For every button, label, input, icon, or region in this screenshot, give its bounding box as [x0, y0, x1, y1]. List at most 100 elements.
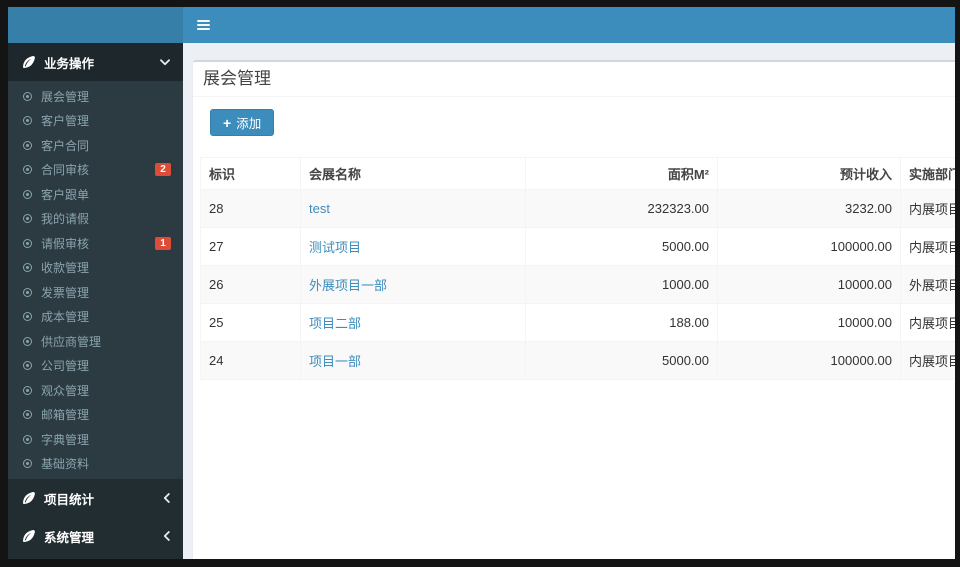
sidebar-item-label: 供应商管理: [41, 334, 102, 349]
sidebar-item-label: 收款管理: [41, 261, 90, 276]
disc-icon: [23, 189, 32, 199]
sidebar-item-customer-contract[interactable]: 客户合同: [8, 133, 183, 158]
cell-dept: 内展项目: [900, 341, 955, 380]
table-row: 24 项目一部 5000.00 100000.00 内展项目: [200, 341, 955, 380]
main-content: 展会管理 + 添加 标识 会展名称 面积M² 预计收入 实施部 28 test …: [183, 43, 955, 559]
disc-icon: [23, 410, 32, 420]
sidebar-item-mailbox-mgmt[interactable]: 邮箱管理: [8, 403, 183, 428]
table-row: 28 test 232323.00 3232.00 内展项目: [200, 189, 955, 228]
column-header-income: 预计收入: [717, 157, 901, 190]
cell-area: 5000.00: [525, 341, 718, 380]
app-window: 业务操作 展会管理 客户管理 客户合同 合同审核 2 客户跟单 我的请假 请假审…: [8, 7, 955, 559]
sidebar-item-label: 观众管理: [41, 383, 90, 398]
sidebar-item-exhibition-mgmt[interactable]: 展会管理: [8, 84, 183, 109]
sidebar-toggle-button[interactable]: [187, 12, 220, 38]
disc-icon: [23, 116, 32, 126]
sidebar-item-label: 我的请假: [41, 212, 90, 227]
disc-icon: [23, 263, 32, 273]
table-row: 25 项目二部 188.00 10000.00 内展项目: [200, 303, 955, 342]
disc-icon: [23, 312, 32, 322]
sidebar-item-label: 成本管理: [41, 310, 90, 325]
cell-area: 188.00: [525, 303, 718, 342]
page-title: 展会管理: [203, 69, 271, 88]
table-header-row: 标识 会展名称 面积M² 预计收入 实施部门: [200, 157, 955, 190]
sidebar-item-label: 发票管理: [41, 285, 90, 300]
navbar-logo[interactable]: [8, 7, 183, 43]
sidebar-item-cost-mgmt[interactable]: 成本管理: [8, 305, 183, 330]
exhibitions-table: 标识 会展名称 面积M² 预计收入 实施部门 28 test 232323.00: [200, 157, 955, 380]
hamburger-icon: [197, 18, 210, 32]
leaf-icon: [21, 491, 35, 505]
exhibition-link[interactable]: 项目一部: [309, 354, 361, 369]
cell-dept: 外展项目: [900, 265, 955, 304]
sidebar-item-supplier-mgmt[interactable]: 供应商管理: [8, 329, 183, 354]
sidebar-item-label: 客户跟单: [41, 187, 90, 202]
sidebar-item-audience-mgmt[interactable]: 观众管理: [8, 378, 183, 403]
disc-icon: [23, 140, 32, 150]
leaf-icon: [21, 529, 35, 543]
exhibition-link[interactable]: 测试项目: [309, 240, 361, 255]
cell-area: 1000.00: [525, 265, 718, 304]
sidebar-item-label: 邮箱管理: [41, 408, 90, 423]
disc-icon: [23, 214, 32, 224]
sidebar-item-label: 公司管理: [41, 359, 90, 374]
sidebar-item-payment-mgmt[interactable]: 收款管理: [8, 256, 183, 281]
sidebar-item-label: 客户合同: [41, 138, 90, 153]
sidebar-section-system-mgmt[interactable]: 系统管理: [8, 517, 183, 555]
cell-id: 26: [200, 265, 301, 304]
top-navbar: [8, 7, 955, 43]
leaf-icon: [21, 55, 35, 69]
sidebar-section-label: 系统管理: [44, 530, 95, 545]
sidebar-item-leave-review[interactable]: 请假审核 1: [8, 231, 183, 256]
sidebar: 业务操作 展会管理 客户管理 客户合同 合同审核 2 客户跟单 我的请假 请假审…: [8, 43, 183, 559]
cell-id: 24: [200, 341, 301, 380]
table-row: 27 测试项目 5000.00 100000.00 内展项目: [200, 227, 955, 266]
notification-badge: 1: [155, 236, 171, 250]
sidebar-item-my-leave[interactable]: 我的请假: [8, 207, 183, 232]
sidebar-item-contract-review[interactable]: 合同审核 2: [8, 158, 183, 183]
add-button-label: 添加: [236, 117, 262, 131]
cell-income: 100000.00: [717, 341, 901, 380]
sidebar-item-dictionary-mgmt[interactable]: 字典管理: [8, 427, 183, 452]
cell-dept: 内展项目: [900, 227, 955, 266]
disc-icon: [23, 336, 32, 346]
sidebar-item-basic-data[interactable]: 基础资料: [8, 452, 183, 477]
chevron-left-icon: [163, 531, 170, 541]
exhibition-link[interactable]: 外展项目一部: [309, 278, 387, 293]
content-box: 展会管理 + 添加 标识 会展名称 面积M² 预计收入 实施部 28 test …: [193, 60, 955, 559]
sidebar-item-label: 请假审核: [41, 236, 90, 251]
plus-icon: +: [223, 114, 232, 131]
column-header-name: 会展名称: [300, 157, 526, 190]
sidebar-item-label: 客户管理: [41, 114, 90, 129]
disc-icon: [23, 165, 32, 175]
sidebar-item-customer-mgmt[interactable]: 客户管理: [8, 109, 183, 134]
sidebar-item-label: 合同审核: [41, 163, 90, 178]
add-button[interactable]: + 添加: [210, 109, 275, 136]
exhibition-link[interactable]: test: [309, 201, 330, 216]
column-header-dept: 实施部门: [900, 157, 955, 190]
cell-dept: 内展项目: [900, 189, 955, 228]
chevron-left-icon: [163, 493, 170, 503]
disc-icon: [23, 91, 32, 101]
disc-icon: [23, 434, 32, 444]
sidebar-item-company-mgmt[interactable]: 公司管理: [8, 354, 183, 379]
sidebar-item-label: 基础资料: [41, 457, 90, 472]
table-row: 26 外展项目一部 1000.00 10000.00 外展项目: [200, 265, 955, 304]
exhibition-link[interactable]: 项目二部: [309, 316, 361, 331]
disc-icon: [23, 238, 32, 248]
cell-income: 10000.00: [717, 265, 901, 304]
cell-income: 10000.00: [717, 303, 901, 342]
column-header-area: 面积M²: [525, 157, 718, 190]
disc-icon: [23, 361, 32, 371]
sidebar-section-label: 项目统计: [44, 492, 95, 507]
sidebar-item-invoice-mgmt[interactable]: 发票管理: [8, 280, 183, 305]
cell-id: 25: [200, 303, 301, 342]
sidebar-section-project-stats[interactable]: 项目统计: [8, 479, 183, 517]
cell-income: 100000.00: [717, 227, 901, 266]
disc-icon: [23, 385, 32, 395]
sidebar-item-label: 展会管理: [41, 89, 90, 104]
sidebar-section-label: 业务操作: [44, 56, 95, 71]
sidebar-item-customer-followup[interactable]: 客户跟单: [8, 182, 183, 207]
sidebar-section-business-ops[interactable]: 业务操作: [8, 43, 183, 81]
sidebar-filler: [8, 555, 183, 559]
